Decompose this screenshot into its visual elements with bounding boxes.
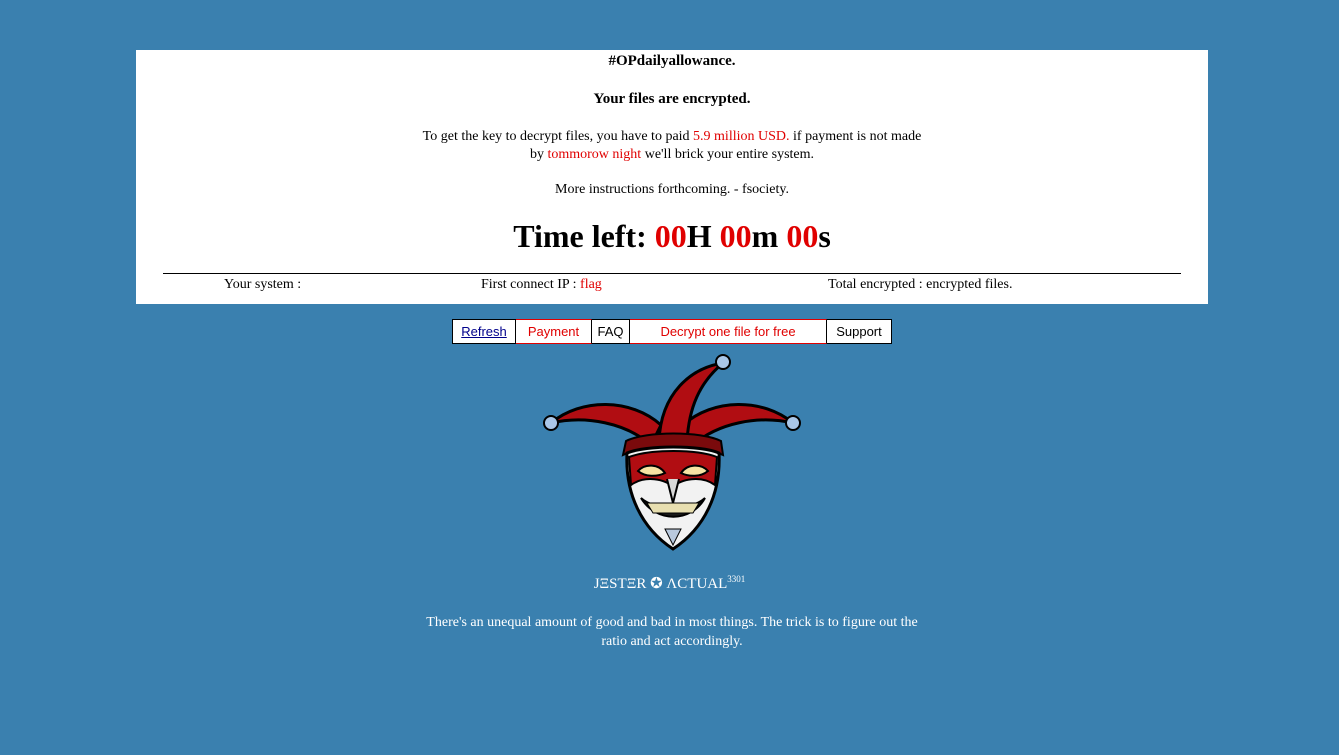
- payment-button[interactable]: Payment: [516, 319, 592, 344]
- timer-minutes-unit: m: [751, 218, 787, 254]
- total-encrypted: Total encrypted : encrypted files.: [828, 277, 1013, 292]
- faq-button[interactable]: FAQ: [592, 319, 630, 344]
- signature-sup: 3301: [727, 574, 746, 584]
- message-text: by: [529, 147, 548, 162]
- message-text: if payment is not made: [789, 129, 922, 144]
- divider: [163, 273, 1181, 274]
- ransom-deadline: tommorow night: [547, 147, 642, 162]
- ransom-amount: 5.9 million USD.: [693, 129, 790, 144]
- signature: JΞSTΞR ✪ ΛCTUAL3301: [0, 574, 1339, 593]
- ip-value: flag: [580, 277, 602, 292]
- timer-hours: 00: [654, 218, 687, 254]
- headline: Your files are encrypted.: [593, 91, 751, 107]
- message-text: we'll brick your entire system.: [641, 147, 815, 162]
- timer-label: Time left:: [513, 218, 655, 254]
- countdown-timer: Time left: 00H 00m 00s: [136, 216, 1208, 256]
- timer-hours-unit: H: [686, 218, 720, 254]
- jester-logo: [543, 354, 801, 551]
- instructions-text: More instructions forthcoming. - fsociet…: [555, 182, 789, 197]
- refresh-link[interactable]: Refresh: [461, 324, 507, 339]
- timer-minutes: 00: [719, 218, 752, 254]
- refresh-button[interactable]: Refresh: [452, 319, 516, 344]
- decrypt-free-button[interactable]: Decrypt one file for free: [630, 319, 827, 344]
- ransom-message: To get the key to decrypt files, you hav…: [136, 128, 1208, 164]
- action-toolbar: Refresh Payment FAQ Decrypt one file for…: [452, 319, 892, 344]
- timer-seconds: 00: [786, 218, 819, 254]
- system-info: Your system :: [224, 277, 302, 292]
- quote-text: There's an unequal amount of good and ba…: [426, 615, 918, 649]
- signature-name: JΞSTΞR ✪ ΛCTUAL: [593, 576, 728, 592]
- hashtag-title: #OPdailyallowance.: [608, 53, 736, 69]
- message-text: To get the key to decrypt files, you hav…: [422, 129, 694, 144]
- ransom-panel: #OPdailyallowance. Your files are encryp…: [136, 50, 1208, 304]
- timer-seconds-unit: s: [818, 218, 831, 254]
- ip-label: First connect IP :: [481, 277, 581, 292]
- first-connect-ip: First connect IP : flag: [481, 277, 602, 293]
- support-button[interactable]: Support: [827, 319, 892, 344]
